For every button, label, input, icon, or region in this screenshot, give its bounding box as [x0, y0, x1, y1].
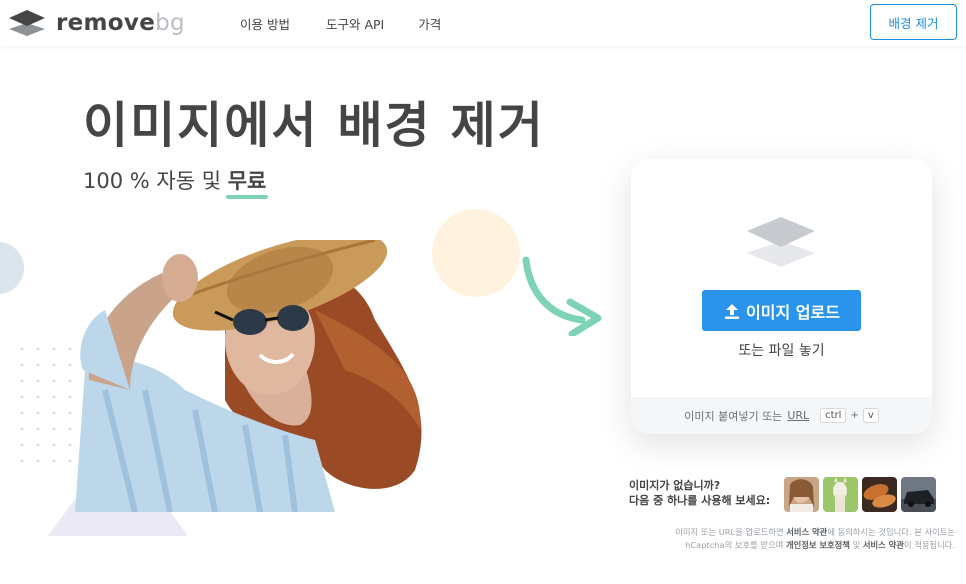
- samples-line-2: 다음 중 하나를 사용해 보세요:: [629, 494, 771, 507]
- v-key: v: [862, 408, 879, 423]
- page-title: 이미지에서 배경 제거: [83, 97, 545, 154]
- sample-woman-thumbnail[interactable]: [784, 477, 819, 512]
- legal-text-3: hCaptcha의 보호를 받으며: [685, 540, 786, 550]
- logo-word-bg: bg: [155, 10, 185, 36]
- terms-link[interactable]: 서비스 약관: [786, 527, 827, 537]
- legal-text-5: 이 적용됩니다.: [903, 540, 955, 550]
- legal-text-4: 및: [849, 540, 863, 550]
- pointing-arrow-icon: [522, 256, 602, 336]
- upload-button-label: 이미지 업로드: [746, 302, 840, 322]
- decor-circle: [0, 242, 24, 294]
- legal-line-2: hCaptcha의 보호를 받으며 개인정보 보호정책 및 서비스 약관이 적용…: [630, 539, 955, 552]
- paste-hint-text: 이미지 붙여넣기 또는: [684, 409, 783, 423]
- hero-subtitle: 100 % 자동 및 무료: [83, 165, 266, 195]
- legal-notice: 이미지 또는 URL을 업로드하면 서비스 약관에 동의하시는 것입니다. 본 …: [630, 526, 955, 552]
- upload-icon: [725, 303, 740, 319]
- image-layers-icon: [747, 217, 815, 267]
- decor-sun-circle: [432, 209, 520, 297]
- legal-text-2: 에 동의하시는 것입니다. 본 사이트는: [827, 527, 955, 537]
- legal-text-1: 이미지 또는 URL을 업로드하면: [675, 527, 787, 537]
- logo[interactable]: removebg: [8, 9, 185, 37]
- sample-bread-thumbnail[interactable]: [862, 477, 897, 512]
- site-header: removebg 이용 방법 도구와 API 가격 배경 제거: [0, 0, 966, 46]
- paste-url-link[interactable]: URL: [787, 409, 809, 422]
- upload-image-button[interactable]: 이미지 업로드: [702, 290, 861, 331]
- key-plus: +: [850, 410, 859, 421]
- nav-tools-api[interactable]: 도구와 API: [326, 14, 384, 33]
- subtitle-highlight: 무료: [227, 169, 267, 193]
- woman-with-hat-image: [75, 240, 422, 512]
- sample-llama-thumbnail[interactable]: [823, 477, 858, 512]
- nav-pricing[interactable]: 가격: [418, 14, 441, 33]
- sample-thumbnails: [784, 477, 936, 512]
- sample-car-thumbnail[interactable]: [901, 477, 936, 512]
- samples-prompt: 이미지가 없습니까? 다음 중 하나를 사용해 보세요:: [629, 478, 770, 508]
- main-nav: 이용 방법 도구와 API 가격: [240, 14, 475, 33]
- ctrl-key: ctrl: [820, 408, 847, 423]
- upload-card[interactable]: 이미지 업로드 또는 파일 놓기 이미지 붙여넣기 또는 URL ctrl + …: [631, 159, 932, 434]
- logo-wordmark: removebg: [56, 10, 185, 36]
- samples-line-1: 이미지가 없습니까?: [629, 479, 721, 492]
- logo-word-remove: remove: [56, 10, 156, 36]
- nav-how-to-use[interactable]: 이용 방법: [240, 14, 290, 33]
- terms-of-service-link[interactable]: 서비스 약관: [863, 540, 904, 550]
- legal-line-1: 이미지 또는 URL을 업로드하면 서비스 약관에 동의하시는 것입니다. 본 …: [630, 526, 955, 539]
- remove-background-button[interactable]: 배경 제거: [870, 4, 957, 40]
- paste-hint-bar: 이미지 붙여넣기 또는 URL ctrl + v: [631, 397, 932, 434]
- privacy-policy-link[interactable]: 개인정보 보호정책: [786, 540, 850, 550]
- subtitle-prefix: 100 % 자동 및: [83, 169, 228, 193]
- layers-logo-icon: [9, 10, 45, 36]
- drop-file-text: 또는 파일 놓기: [738, 343, 825, 359]
